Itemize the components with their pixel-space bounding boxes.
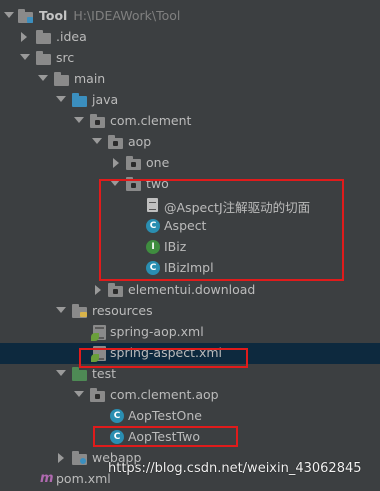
chevron-right-icon[interactable]	[21, 32, 27, 42]
chevron-down-icon[interactable]	[38, 75, 48, 81]
maven-icon: m	[40, 471, 54, 486]
resources-folder-icon	[72, 304, 88, 319]
tree-row-one[interactable]: one	[0, 153, 380, 174]
tree-row-src[interactable]: src	[0, 48, 380, 69]
tree-row-root[interactable]: Tool H:\IDEAWork\Tool	[0, 6, 380, 27]
highlight-box-aop-test-two	[93, 426, 238, 447]
java-label: java	[92, 92, 119, 107]
chevron-right-icon[interactable]	[95, 285, 101, 295]
package-icon	[108, 283, 124, 298]
pom-label: pom.xml	[56, 471, 111, 486]
tree-row-spring-aop-xml[interactable]: spring-aop.xml	[0, 322, 380, 343]
tree-row-main[interactable]: main	[0, 69, 380, 90]
chevron-down-icon[interactable]	[92, 138, 102, 144]
tree-row-com-clement[interactable]: com.clement	[0, 111, 380, 132]
source-folder-icon	[72, 93, 88, 108]
chevron-right-icon[interactable]	[58, 453, 64, 463]
package-icon	[126, 156, 142, 171]
chevron-down-icon[interactable]	[56, 307, 66, 313]
chevron-down-icon[interactable]	[56, 96, 66, 102]
com-clement-aop-label: com.clement.aop	[110, 387, 219, 402]
root-path: H:\IDEAWork\Tool	[73, 8, 181, 23]
root-label: Tool H:\IDEAWork\Tool	[39, 8, 180, 23]
package-icon	[90, 114, 106, 129]
main-label: main	[74, 71, 106, 86]
folder-icon	[54, 72, 70, 87]
package-icon	[108, 135, 124, 150]
resources-label: resources	[92, 303, 153, 318]
elementui-label: elementui.download	[128, 282, 256, 297]
folder-icon	[36, 51, 52, 66]
chevron-down-icon[interactable]	[74, 391, 84, 397]
watermark-text: https://blog.csdn.net/weixin_43062845	[108, 461, 362, 476]
com-clement-label: com.clement	[110, 113, 192, 128]
test-folder-icon	[72, 367, 88, 382]
aop-test-one-label: AopTestOne	[128, 408, 202, 423]
folder-icon	[36, 30, 52, 45]
test-label: test	[92, 366, 117, 381]
spring-xml-icon	[91, 325, 106, 341]
tree-row-elementui[interactable]: elementui.download	[0, 280, 380, 301]
tree-row-java[interactable]: java	[0, 90, 380, 111]
package-icon	[90, 388, 106, 403]
chevron-down-icon[interactable]	[4, 12, 14, 18]
chevron-down-icon[interactable]	[74, 117, 84, 123]
tree-row-aop[interactable]: aop	[0, 132, 380, 153]
tree-row-aop-test-one[interactable]: C AopTestOne	[0, 406, 380, 427]
root-name: Tool	[39, 8, 68, 23]
idea-label: .idea	[56, 29, 87, 44]
tree-row-com-clement-aop[interactable]: com.clement.aop	[0, 385, 380, 406]
chevron-down-icon[interactable]	[20, 54, 30, 60]
tree-row-resources[interactable]: resources	[0, 301, 380, 322]
highlight-box-spring-aspect-xml	[79, 348, 248, 368]
spring-aop-xml-label: spring-aop.xml	[110, 324, 204, 339]
tree-row-idea[interactable]: .idea	[0, 27, 380, 48]
src-label: src	[56, 50, 75, 65]
test-class-icon: C	[110, 409, 124, 423]
chevron-down-icon[interactable]	[56, 370, 66, 376]
one-label: one	[146, 155, 170, 170]
aop-label: aop	[128, 134, 152, 149]
chevron-right-icon[interactable]	[113, 158, 119, 168]
highlight-box-two-package	[99, 179, 344, 281]
web-folder-icon	[72, 451, 88, 466]
module-folder-icon	[18, 9, 34, 24]
